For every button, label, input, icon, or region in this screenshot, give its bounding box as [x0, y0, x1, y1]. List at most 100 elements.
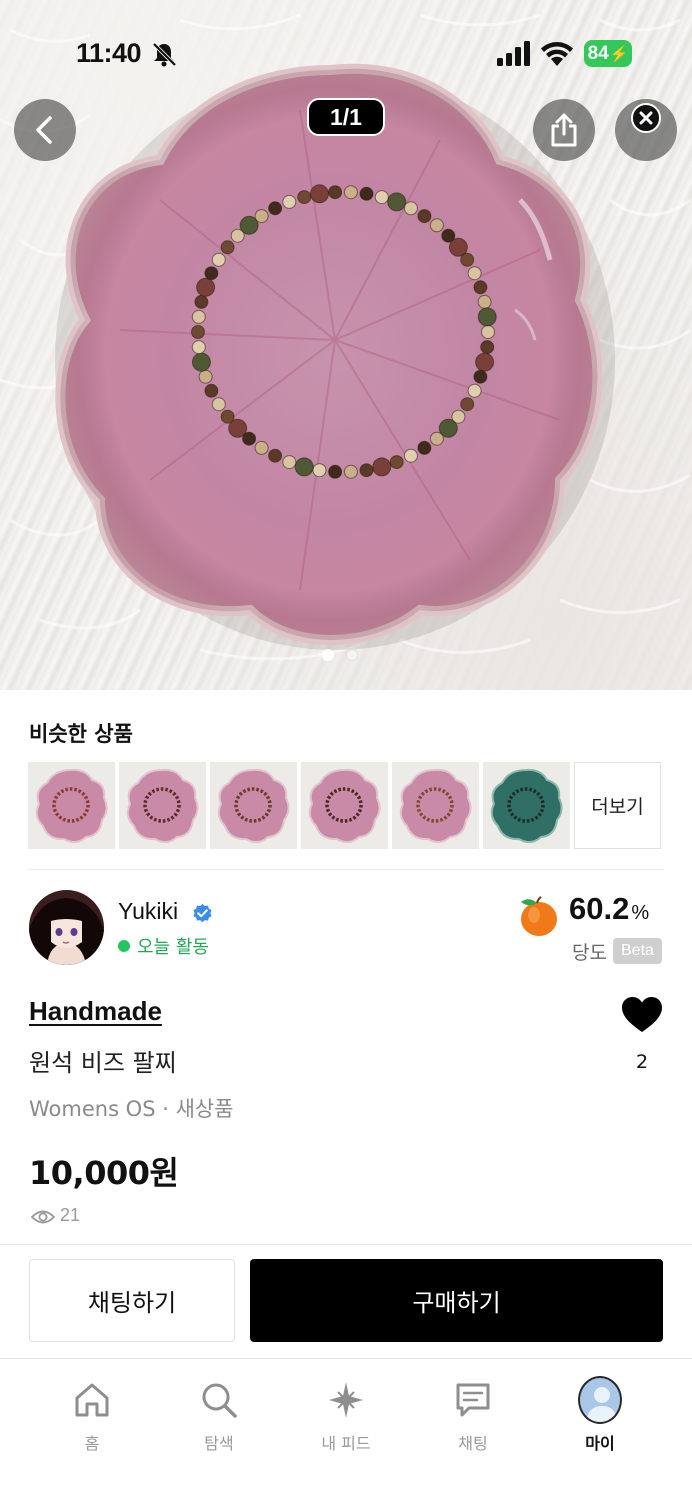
- tab-home[interactable]: 홈: [42, 1378, 142, 1454]
- bell-off-icon: [152, 42, 177, 67]
- bracelet-bead: [343, 464, 358, 479]
- bracelet-bead: [254, 209, 269, 224]
- tab-label: 채팅: [458, 1434, 488, 1453]
- sweetness-unit: %: [631, 902, 650, 924]
- like-count: 2: [636, 1051, 649, 1073]
- seller-avatar[interactable]: [29, 890, 104, 965]
- bracelet-bead: [387, 192, 407, 212]
- bracelet-bead: [480, 340, 495, 355]
- pagination-dot: [346, 649, 358, 661]
- bracelet-bead: [403, 201, 418, 216]
- bracelet-bead: [467, 383, 482, 398]
- bracelet-bead: [389, 455, 404, 470]
- bracelet-bead: [328, 185, 343, 200]
- verified-badge-icon: [193, 903, 212, 923]
- bracelet-bead: [191, 340, 206, 355]
- home-icon: [75, 1383, 109, 1417]
- bracelet-bead: [220, 409, 235, 424]
- bracelet-bead: [473, 280, 488, 295]
- bracelet-bead: [429, 218, 444, 233]
- more-similar-button[interactable]: 더보기: [574, 762, 661, 849]
- similar-product-thumbnail[interactable]: [210, 762, 297, 849]
- view-count: 21: [60, 1205, 81, 1225]
- tab-chat[interactable]: 채팅: [423, 1378, 523, 1454]
- tab-label: 탐색: [204, 1434, 234, 1453]
- bracelet-bead: [211, 397, 226, 412]
- close-button[interactable]: [615, 99, 677, 161]
- bracelet-bead: [194, 294, 209, 309]
- bracelet-bead: [359, 186, 374, 201]
- image-pagination-dots: [322, 649, 358, 661]
- share-button[interactable]: [533, 99, 595, 161]
- product-brand[interactable]: Handmade: [29, 996, 162, 1027]
- sweetness-label: 당도: [572, 942, 607, 964]
- back-button[interactable]: [14, 99, 76, 161]
- profile-avatar: [578, 1376, 622, 1424]
- bracelet-bead: [359, 463, 374, 478]
- bracelet-bead: [254, 440, 269, 455]
- bracelet-bead: [310, 184, 329, 204]
- bracelet-bead: [282, 194, 297, 209]
- beta-badge: Beta: [613, 938, 662, 964]
- divider: [0, 1358, 692, 1359]
- tab-my-feed[interactable]: 내 피드: [296, 1378, 396, 1454]
- sweetness-value: 60.2: [569, 891, 630, 926]
- tab-label: 내 피드: [321, 1434, 371, 1453]
- tab-my[interactable]: 마이: [550, 1376, 650, 1454]
- similar-product-thumbnail[interactable]: [301, 762, 388, 849]
- bracelet-bead: [211, 252, 226, 267]
- signal-icon: [497, 41, 530, 66]
- product-name: 원석 비즈 팔찌: [29, 1049, 177, 1077]
- bracelet-bead: [372, 457, 392, 477]
- bracelet-bead: [374, 190, 389, 205]
- bracelet-bead: [328, 464, 343, 479]
- bracelet-bead: [417, 209, 432, 224]
- battery-indicator: 84 ⚡: [584, 40, 632, 67]
- buy-button[interactable]: 구매하기: [250, 1259, 663, 1342]
- tab-search[interactable]: 탐색: [169, 1378, 269, 1454]
- peach-icon: [521, 896, 557, 936]
- bracelet-bead: [473, 369, 488, 384]
- share-icon: [551, 113, 577, 147]
- bracelet-bead: [477, 307, 497, 327]
- activity-status-dot: [118, 940, 130, 952]
- bracelet-bead: [268, 201, 283, 216]
- bracelet-bead: [282, 455, 297, 470]
- divider: [28, 869, 664, 870]
- divider: [0, 1244, 692, 1245]
- bracelet-bead: [191, 325, 205, 339]
- product-image-gallery[interactable]: 11:40 84 ⚡ 1/1: [0, 0, 692, 690]
- bracelet-bead: [481, 325, 495, 339]
- similar-product-thumbnail[interactable]: [119, 762, 206, 849]
- bracelet-bead: [191, 352, 211, 372]
- bracelet-bead: [460, 397, 475, 412]
- bracelet-bead: [204, 266, 219, 281]
- bracelet-bead: [268, 448, 283, 463]
- bracelet-bead: [220, 240, 235, 255]
- bracelet-bead: [417, 440, 432, 455]
- bracelet-bead: [297, 190, 312, 205]
- search-icon: [202, 1383, 237, 1418]
- activity-status: 오늘 활동: [137, 937, 209, 958]
- bracelet-bead: [312, 463, 327, 478]
- similar-product-thumbnail[interactable]: [392, 762, 479, 849]
- charging-bolt-icon: ⚡: [609, 45, 629, 63]
- close-icon: [631, 103, 661, 133]
- sparkle-icon: [329, 1382, 363, 1418]
- bracelet-bead: [477, 294, 492, 309]
- like-heart-icon[interactable]: [621, 996, 663, 1034]
- chevron-left-icon: [36, 116, 52, 144]
- battery-level: 84: [587, 42, 609, 64]
- seller-name[interactable]: Yukiki: [118, 898, 178, 925]
- bracelet-bead: [343, 185, 358, 200]
- similar-product-thumbnail[interactable]: [483, 762, 570, 849]
- similar-product-thumbnail[interactable]: [28, 762, 115, 849]
- chat-button[interactable]: 채팅하기: [29, 1259, 235, 1342]
- bracelet-bead: [475, 352, 495, 372]
- bracelet-bead: [403, 448, 418, 463]
- pagination-dot-active: [322, 649, 334, 661]
- sweetness-score: 60.2%: [569, 891, 649, 927]
- product-meta: Womens OS · 새상품: [29, 1097, 234, 1121]
- bracelet-bead: [460, 252, 475, 267]
- similar-products-row: 더보기: [28, 762, 661, 849]
